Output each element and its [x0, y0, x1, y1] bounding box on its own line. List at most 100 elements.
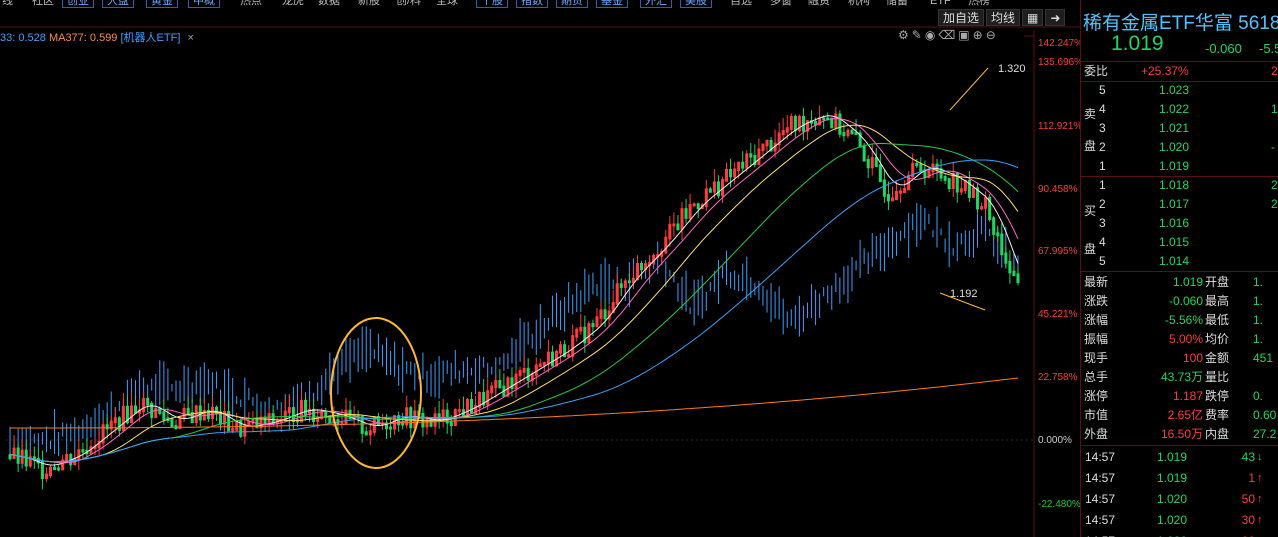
main-candle	[312, 408, 316, 423]
main-candle	[364, 431, 368, 436]
main-candle	[575, 328, 579, 338]
stat-row: 涨跌 -0.060 最高 1.	[1084, 294, 1264, 308]
main-candle	[866, 158, 870, 169]
order-book-row[interactable]: 3 1.021	[1081, 119, 1278, 137]
stat-row: 现手 100 金额 451	[1084, 351, 1274, 365]
main-candle	[1012, 270, 1016, 276]
main-candle	[696, 203, 700, 210]
main-candle	[231, 428, 235, 432]
main-candle	[878, 164, 882, 183]
ma377-line	[10, 377, 1019, 429]
stat-row: 振幅 5.00% 均价 1.	[1084, 332, 1264, 346]
y-axis-label: 22.758%	[1038, 372, 1078, 383]
y-axis-label: 135.696%	[1038, 57, 1084, 68]
y-axis-label: 0.000%	[1038, 435, 1072, 446]
main-candle	[615, 283, 619, 305]
main-candle	[571, 335, 575, 357]
main-candle	[886, 194, 890, 202]
main-candle	[947, 178, 951, 189]
stat-row: 外盘 16.50万 内盘 27.2	[1084, 427, 1277, 441]
main-candle	[749, 153, 753, 158]
main-candle	[437, 413, 441, 421]
main-candle	[737, 161, 741, 172]
last-price: 1.019	[1111, 32, 1164, 55]
order-book-row[interactable]: 5 1.023	[1081, 81, 1278, 99]
order-book-row[interactable]: 4 1.015	[1081, 233, 1278, 251]
main-candle	[793, 115, 797, 132]
main-candle	[210, 406, 214, 420]
main-candle	[194, 405, 198, 424]
main-candle	[587, 323, 591, 344]
main-candle	[882, 179, 886, 197]
main-candle	[996, 232, 1000, 237]
main-candle	[688, 203, 692, 219]
main-candle	[304, 399, 308, 416]
main-candle	[57, 467, 61, 471]
main-candle	[1008, 261, 1012, 274]
main-candle	[538, 363, 542, 368]
y-axis-label: 112.921%	[1038, 121, 1083, 132]
main-candle	[745, 153, 749, 169]
main-candle	[546, 351, 550, 365]
main-candle	[150, 402, 154, 419]
order-book-row[interactable]: 5 1.014	[1081, 252, 1278, 270]
price-change: -0.060	[1205, 41, 1242, 56]
kline-chart[interactable]: 1.3201.192	[0, 0, 1080, 537]
highlight-circle	[330, 317, 422, 469]
main-candle	[368, 430, 372, 436]
main-candle	[838, 113, 842, 135]
main-candle	[724, 168, 729, 182]
main-candle	[48, 466, 53, 477]
tick-row: 14:57 1.019 1 ↑	[1085, 471, 1263, 485]
y-axis-label: 90.458%	[1038, 184, 1078, 195]
stat-row: 最新 1.019 开盘 1.	[1084, 275, 1264, 289]
main-candle	[550, 351, 554, 367]
ma70-line	[9, 159, 1019, 463]
peak-label: 1.320	[998, 63, 1026, 75]
main-candle	[522, 367, 526, 373]
main-candle	[712, 181, 716, 193]
main-candle	[789, 115, 793, 130]
main-candle	[684, 208, 688, 219]
main-candle	[287, 407, 291, 414]
main-candle	[834, 113, 838, 129]
main-candle	[12, 447, 16, 460]
main-candle	[117, 417, 121, 431]
main-candle	[591, 323, 595, 328]
order-book-row[interactable]: 1 1.018 2	[1081, 176, 1278, 194]
main-candle	[899, 190, 903, 194]
main-candle	[186, 408, 190, 415]
main-candle	[457, 409, 461, 412]
main-candle	[81, 449, 85, 453]
main-candle	[595, 316, 599, 328]
main-candle	[757, 148, 761, 166]
main-candle	[915, 162, 919, 167]
order-book-row[interactable]: 4 1.022 1	[1081, 100, 1278, 118]
main-candle	[680, 208, 684, 231]
main-candle	[105, 424, 109, 430]
order-book-row[interactable]: 2 1.020-	[1081, 138, 1278, 156]
main-candle	[154, 407, 158, 419]
tick-row: 14:57 1.020 50 ↑	[1085, 492, 1263, 506]
main-candle	[672, 223, 676, 227]
main-candle	[741, 161, 745, 169]
main-candle	[903, 187, 907, 194]
order-book-row[interactable]: 1 1.019	[1081, 157, 1278, 175]
main-candle	[494, 380, 498, 389]
tick-row: 14:571.02022↑	[1081, 532, 1278, 537]
main-candle	[344, 409, 348, 425]
main-candle	[425, 418, 429, 428]
main-candle	[113, 417, 117, 424]
main-candle	[801, 115, 805, 132]
wei-bi-label: 委比	[1084, 64, 1109, 78]
stat-row: 总手 43.73万 量比	[1084, 370, 1230, 384]
main-candle	[980, 206, 984, 210]
main-candle	[623, 280, 627, 288]
order-book-row[interactable]: 3 1.016	[1081, 214, 1278, 232]
peak-marker	[949, 67, 989, 111]
main-candle	[729, 168, 733, 178]
main-candle	[526, 367, 530, 381]
main-candle	[243, 423, 247, 437]
order-book-row[interactable]: 2 1.017 2	[1081, 195, 1278, 213]
main-candle	[559, 344, 563, 354]
